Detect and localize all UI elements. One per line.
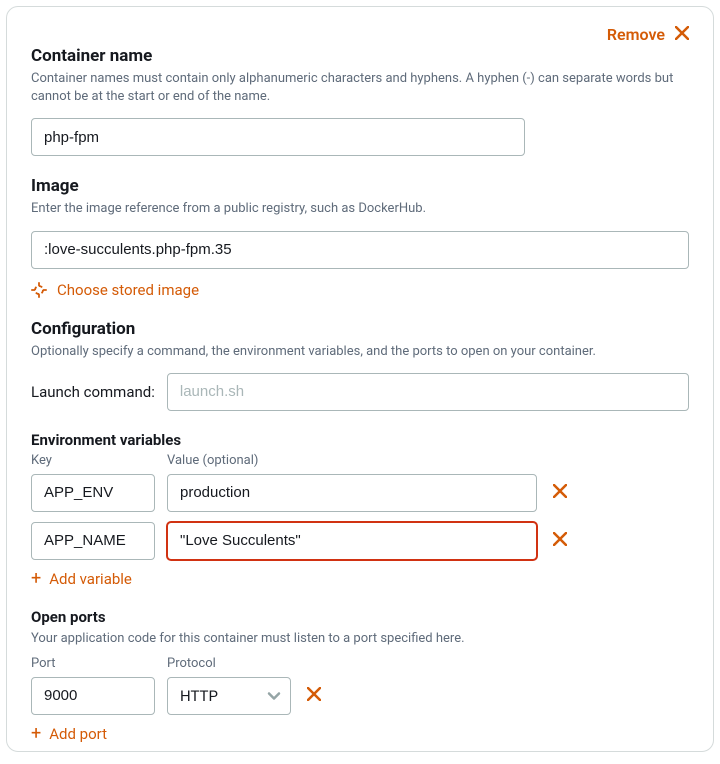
configuration-section: Configuration Optionally specify a comma… (31, 319, 689, 411)
container-name-input[interactable] (31, 118, 525, 156)
open-ports-title: Open ports (31, 608, 689, 626)
close-icon[interactable] (675, 26, 689, 44)
container-config-panel: Remove Container name Container names mu… (6, 6, 714, 752)
add-variable-label: Add variable (49, 570, 132, 588)
open-ports-section: Open ports Your application code for thi… (31, 608, 689, 743)
configuration-desc: Optionally specify a command, the enviro… (31, 343, 689, 361)
remove-env-row-button[interactable] (549, 530, 571, 551)
remove-env-row-button[interactable] (549, 482, 571, 503)
env-row (31, 474, 689, 512)
plus-icon: + (31, 725, 41, 743)
port-row: HTTP (31, 677, 689, 715)
remove-button[interactable]: Remove (607, 25, 665, 44)
configuration-title: Configuration (31, 319, 689, 339)
add-port-label: Add port (49, 725, 107, 743)
env-value-input[interactable] (167, 522, 537, 560)
port-header: Port (31, 656, 155, 671)
port-input[interactable] (31, 677, 155, 715)
env-value-input[interactable] (167, 474, 537, 512)
container-name-title: Container name (31, 46, 689, 66)
env-vars-title: Environment variables (31, 431, 689, 449)
remove-port-row-button[interactable] (303, 685, 325, 706)
open-ports-desc: Your application code for this container… (31, 630, 689, 648)
image-input[interactable] (31, 231, 689, 269)
launch-command-label: Launch command: (31, 383, 155, 401)
protocol-select[interactable]: HTTP (167, 677, 291, 715)
choose-stored-image-label: Choose stored image (57, 281, 199, 299)
env-vars-section: Environment variables Key Value (optiona… (31, 431, 689, 588)
choose-stored-image-button[interactable]: Choose stored image (31, 281, 689, 299)
container-name-desc: Container names must contain only alphan… (31, 70, 689, 106)
add-variable-button[interactable]: + Add variable (31, 570, 689, 588)
env-key-input[interactable] (31, 474, 155, 512)
image-title: Image (31, 176, 689, 196)
image-section: Image Enter the image reference from a p… (31, 176, 689, 298)
add-port-button[interactable]: + Add port (31, 725, 689, 743)
container-name-section: Container name Container names must cont… (31, 46, 689, 156)
plus-icon: + (31, 570, 41, 588)
launch-command-input[interactable] (167, 373, 689, 411)
image-desc: Enter the image reference from a public … (31, 200, 689, 218)
env-key-input[interactable] (31, 522, 155, 560)
protocol-header: Protocol (167, 656, 291, 671)
remove-row: Remove (31, 25, 689, 44)
env-row (31, 522, 689, 560)
env-key-header: Key (31, 453, 155, 468)
env-value-header: Value (optional) (167, 453, 689, 468)
target-icon (31, 282, 47, 298)
protocol-value: HTTP (180, 687, 218, 705)
